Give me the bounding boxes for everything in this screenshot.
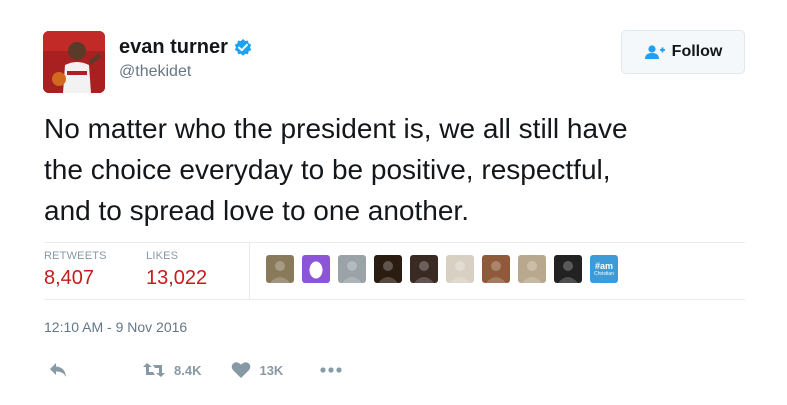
stats-divider [249,243,250,299]
liker-photo [414,261,434,283]
retweets-label: RETWEETS [44,250,107,262]
retweet-button[interactable]: 8.4K [142,361,201,379]
like-button[interactable]: 13K [231,361,283,379]
tweet-line: No matter who the president is, we all s… [44,113,628,144]
more-button[interactable] [319,366,343,374]
liker-avatar[interactable] [266,255,294,283]
follow-button[interactable]: Follow [621,30,745,74]
liker-photo [450,261,470,283]
liker-photo [378,261,398,283]
display-name[interactable]: evan turner [119,36,228,59]
tweet-text: No matter who the president is, we all s… [44,108,764,231]
heart-icon [231,361,251,379]
avatar[interactable] [43,31,105,93]
liker-photo [342,261,362,283]
likes-count: 13,022 [146,267,208,289]
reply-icon [48,361,68,379]
tweet-stats: RETWEETS 8,407 LIKES 13,022 #am Christian [44,243,745,299]
reply-button[interactable] [48,361,68,379]
verified-badge-icon [233,38,253,58]
divider [44,299,745,300]
avatar-image [43,31,105,93]
egg-icon [309,261,323,279]
liker-avatar[interactable] [482,255,510,283]
retweet-count: 8.4K [174,362,202,378]
badge-text-bottom: Christian [594,270,614,277]
liker-avatar[interactable] [338,255,366,283]
follow-button-label: Follow [671,43,723,60]
user-info: evan turner @thekidet [119,36,253,81]
badge-text-top: #am [594,260,613,271]
likes-label: LIKES [146,250,179,262]
retweet-icon [142,361,166,379]
liker-photo [270,261,290,283]
tweet-line: the choice everyday to be positive, resp… [44,154,611,185]
liker-avatar[interactable] [374,255,402,283]
like-count: 13K [259,362,284,378]
liker-photo [522,261,542,283]
liker-avatar[interactable] [518,255,546,283]
more-dots-icon [319,366,343,374]
liker-avatars: #am Christian [266,255,626,283]
tweet-line: and to spread love to one another. [44,195,469,226]
liker-avatar[interactable] [446,255,474,283]
liker-avatar-badge[interactable]: #am Christian [590,255,618,283]
user-handle[interactable]: @thekidet [119,63,253,81]
liker-avatar[interactable] [554,255,582,283]
likes-stat[interactable]: LIKES 13,022 [146,250,207,290]
tweet-actions: 8.4K 13K [44,358,343,382]
tweet-timestamp[interactable]: 12:10 AM - 9 Nov 2016 [44,319,187,335]
follow-user-icon [644,44,666,60]
liker-avatar-egg[interactable] [302,255,330,283]
retweets-stat[interactable]: RETWEETS 8,407 [44,250,107,290]
retweets-count: 8,407 [44,267,95,289]
liker-avatar[interactable] [410,255,438,283]
liker-photo [486,261,506,283]
liker-photo [558,261,578,283]
